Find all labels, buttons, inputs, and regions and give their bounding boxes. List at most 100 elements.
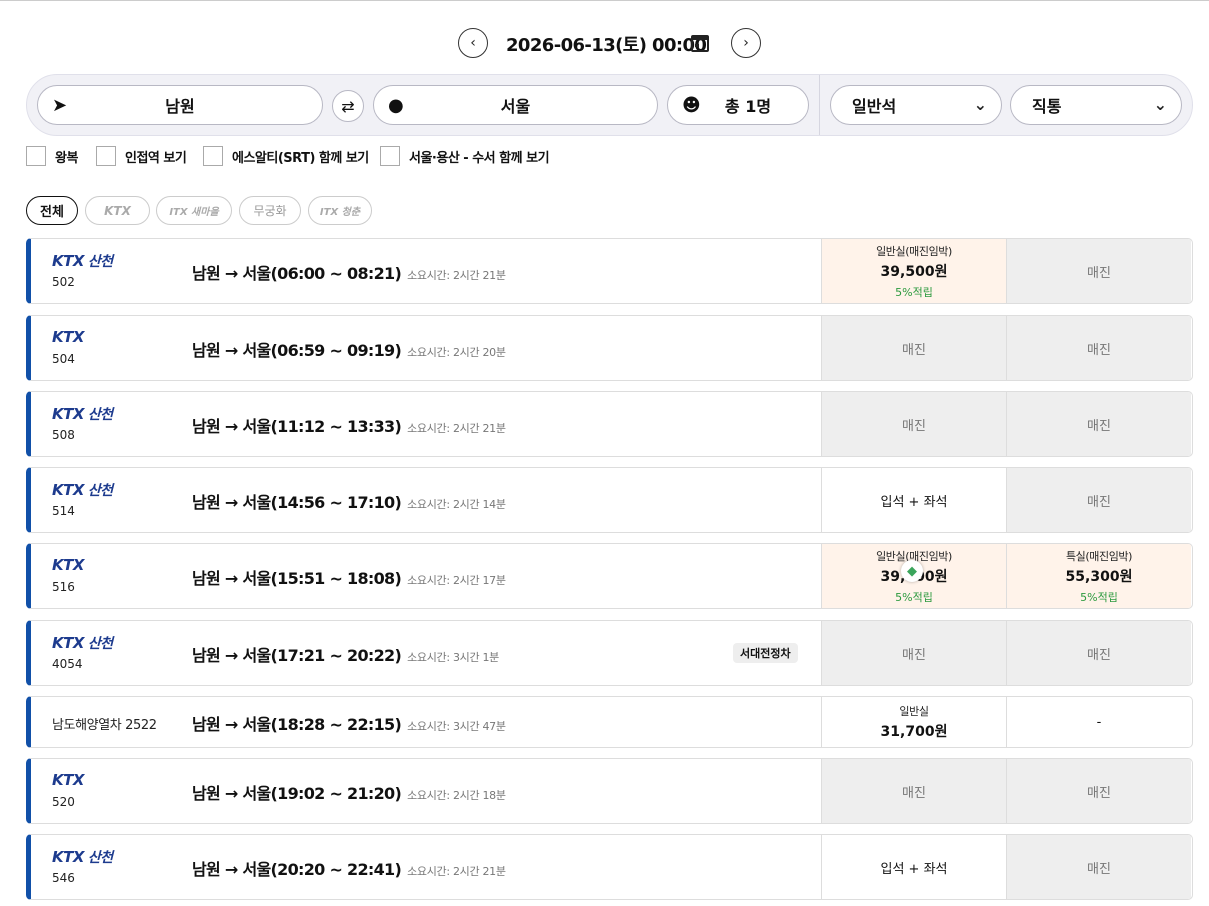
train-row[interactable]: KTX 504 남원 → 서울(06:59 ~ 09:19) 소요시간: 2시간 20… — [26, 315, 1193, 381]
train-row[interactable]: KTX 520 남원 → 서울(19:02 ~ 21:20) 소요시간: 2시간 18… — [26, 758, 1193, 824]
option-nearby-stations[interactable]: 인접역 보기 — [96, 146, 187, 166]
checkbox[interactable] — [26, 146, 46, 166]
route-time: 남원 → 서울(11:12 ~ 13:33) 소요시간: 2시간 21분 — [192, 413, 506, 437]
seat-status: - — [1096, 714, 1102, 730]
chevron-right-icon: › — [743, 35, 749, 51]
seat-class: 특실(매진임박) — [1065, 549, 1133, 563]
date-bar: ‹ 2026-06-13(토) 00:00 › — [0, 27, 1209, 59]
search-bar: ➤ 남원 ⇄ ● 서울 ☻ 총 1명 일반석 ⌄ 직통 ⌄ — [26, 74, 1193, 136]
first-class-seat-button[interactable]: 매진 — [1006, 759, 1191, 823]
standard-seat-button[interactable]: 매진 — [821, 392, 1006, 456]
seat-status: 매진 — [902, 342, 926, 358]
train-number: 514 — [52, 504, 75, 518]
passenger-field[interactable]: ☻ 총 1명 — [667, 85, 809, 125]
standard-seat-button[interactable]: 일반실 31,700원 — [821, 697, 1006, 747]
route-text: 남원 → 서울(20:20 ~ 22:41) — [192, 860, 402, 879]
brand-name: KTX — [52, 252, 84, 270]
filter-ktx[interactable]: KTX — [85, 196, 150, 225]
first-class-seat-button[interactable]: 매진 — [1006, 468, 1191, 532]
first-class-seat-button[interactable]: 매진 — [1006, 239, 1191, 303]
first-class-seat-button[interactable]: 매진 — [1006, 392, 1191, 456]
train-row[interactable]: KTX 516 남원 → 서울(15:51 ~ 18:08) 소요시간: 2시간 17… — [26, 543, 1193, 609]
brand-name: KTX — [52, 556, 84, 574]
standard-seat-button[interactable]: 입석 + 좌석 — [821, 468, 1006, 532]
train-row[interactable]: KTX 산천 514 남원 → 서울(14:56 ~ 17:10) 소요시간: 2시간 … — [26, 467, 1193, 533]
destination-field[interactable]: ● 서울 — [373, 85, 658, 125]
brand-sub: 산천 — [87, 636, 113, 652]
train-row[interactable]: 남도해양열차 2522 남원 → 서울(18:28 ~ 22:15) 소요시간: 3… — [26, 696, 1193, 748]
train-row[interactable]: KTX 산천 546 남원 → 서울(20:20 ~ 22:41) 소요시간: 2시간 … — [26, 834, 1193, 900]
next-date-button[interactable]: › — [731, 28, 761, 58]
points-rate: 5%적립 — [895, 285, 933, 299]
seat-status: 매진 — [902, 418, 926, 434]
route-time: 남원 → 서울(14:56 ~ 17:10) 소요시간: 2시간 14분 — [192, 489, 506, 513]
route-text: 남원 → 서울(11:12 ~ 13:33) — [192, 417, 402, 436]
checkbox[interactable] — [380, 146, 400, 166]
standard-seat-button[interactable]: 매진 — [821, 759, 1006, 823]
floating-extension-icon[interactable]: ◆ — [901, 560, 923, 582]
standard-seat-button[interactable]: 매진 — [821, 316, 1006, 380]
route-text: 남원 → 서울(06:59 ~ 09:19) — [192, 341, 402, 360]
filter-all[interactable]: 전체 — [26, 196, 78, 225]
train-number: 502 — [52, 275, 75, 289]
brand-name: KTX — [52, 481, 84, 499]
search-divider — [819, 75, 820, 135]
route-text: 남원 → 서울(15:51 ~ 18:08) — [192, 569, 402, 588]
standard-seat-button[interactable]: 입석 + 좌석 — [821, 835, 1006, 899]
points-rate: 5%적립 — [895, 590, 933, 604]
first-class-seat-button[interactable]: - — [1006, 697, 1191, 747]
filter-mugunghwa[interactable]: 무궁화 — [239, 196, 301, 225]
stop-badge: 서대전정차 — [733, 643, 798, 663]
duration: 소요시간: 2시간 20분 — [407, 346, 506, 359]
option-label: 인접역 보기 — [125, 150, 187, 166]
train-number: 508 — [52, 428, 75, 442]
seat-class-select[interactable]: 일반석 ⌄ — [830, 85, 1002, 125]
filter-itx-saemaeul[interactable]: ITX 새마을 — [156, 196, 232, 225]
first-class-seat-button[interactable]: 매진 — [1006, 621, 1191, 685]
route-text: 남원 → 서울(14:56 ~ 17:10) — [192, 493, 402, 512]
seat-price: 55,300원 — [1065, 568, 1133, 585]
option-round-trip[interactable]: 왕복 — [26, 146, 78, 166]
first-class-seat-button[interactable]: 특실(매진임박) 55,300원 5%적립 — [1006, 544, 1191, 608]
checkbox[interactable] — [203, 146, 223, 166]
duration: 소요시간: 2시간 18분 — [407, 789, 506, 802]
filter-itx-cheongchun[interactable]: ITX 청춘 — [308, 196, 372, 225]
chevron-down-icon: ⌄ — [973, 95, 987, 114]
train-row[interactable]: KTX 산천 4054 남원 → 서울(17:21 ~ 20:22) 소요시간: 3시간… — [26, 620, 1193, 686]
top-divider — [0, 0, 1209, 1]
option-label: 서울·용산 - 수서 함께 보기 — [409, 150, 550, 166]
person-icon: ☻ — [682, 95, 701, 116]
train-number: 546 — [52, 871, 75, 885]
standard-seat-button[interactable]: 일반실(매진임박) 39,500원 5%적립 — [821, 239, 1006, 303]
first-class-seat-button[interactable]: 매진 — [1006, 316, 1191, 380]
passenger-label: 총 1명 — [724, 97, 772, 116]
train-name: 남도해양열차 2522 — [52, 718, 157, 733]
prev-date-button[interactable]: ‹ — [458, 28, 488, 58]
origin-field[interactable]: ➤ 남원 — [37, 85, 323, 125]
duration: 소요시간: 2시간 14분 — [407, 498, 506, 511]
route-text: 남원 → 서울(18:28 ~ 22:15) — [192, 715, 402, 734]
seat-status: 입석 + 좌석 — [880, 861, 948, 877]
train-brand-logo: KTX 산천 — [52, 633, 113, 653]
route-type-select[interactable]: 직통 ⌄ — [1010, 85, 1182, 125]
option-label: 왕복 — [55, 150, 78, 166]
seat-status: 매진 — [1087, 647, 1111, 663]
destination-label: 서울 — [500, 97, 531, 116]
seat-status: 입석 + 좌석 — [880, 494, 948, 510]
seat-status: 매진 — [1087, 342, 1111, 358]
option-srt[interactable]: 에스알티(SRT) 함께 보기 — [203, 146, 369, 166]
train-brand-logo: KTX — [52, 328, 84, 346]
duration: 소요시간: 2시간 21분 — [407, 865, 506, 878]
route-text: 남원 → 서울(19:02 ~ 21:20) — [192, 784, 402, 803]
standard-seat-button[interactable]: 매진 — [821, 621, 1006, 685]
swap-stations-button[interactable]: ⇄ — [332, 90, 364, 122]
first-class-seat-button[interactable]: 매진 — [1006, 835, 1191, 899]
option-label: 에스알티(SRT) 함께 보기 — [232, 150, 369, 166]
option-seoul-suseo[interactable]: 서울·용산 - 수서 함께 보기 — [380, 146, 550, 166]
train-row[interactable]: KTX 산천 508 남원 → 서울(11:12 ~ 13:33) 소요시간: 2시간 … — [26, 391, 1193, 457]
calendar-icon[interactable] — [691, 35, 709, 52]
train-row[interactable]: KTX 산천 502 남원 → 서울(06:00 ~ 08:21) 소요시간: 2시간 … — [26, 238, 1193, 304]
checkbox[interactable] — [96, 146, 116, 166]
seat-status: 매진 — [902, 785, 926, 801]
train-brand-logo: KTX 산천 — [52, 251, 113, 271]
